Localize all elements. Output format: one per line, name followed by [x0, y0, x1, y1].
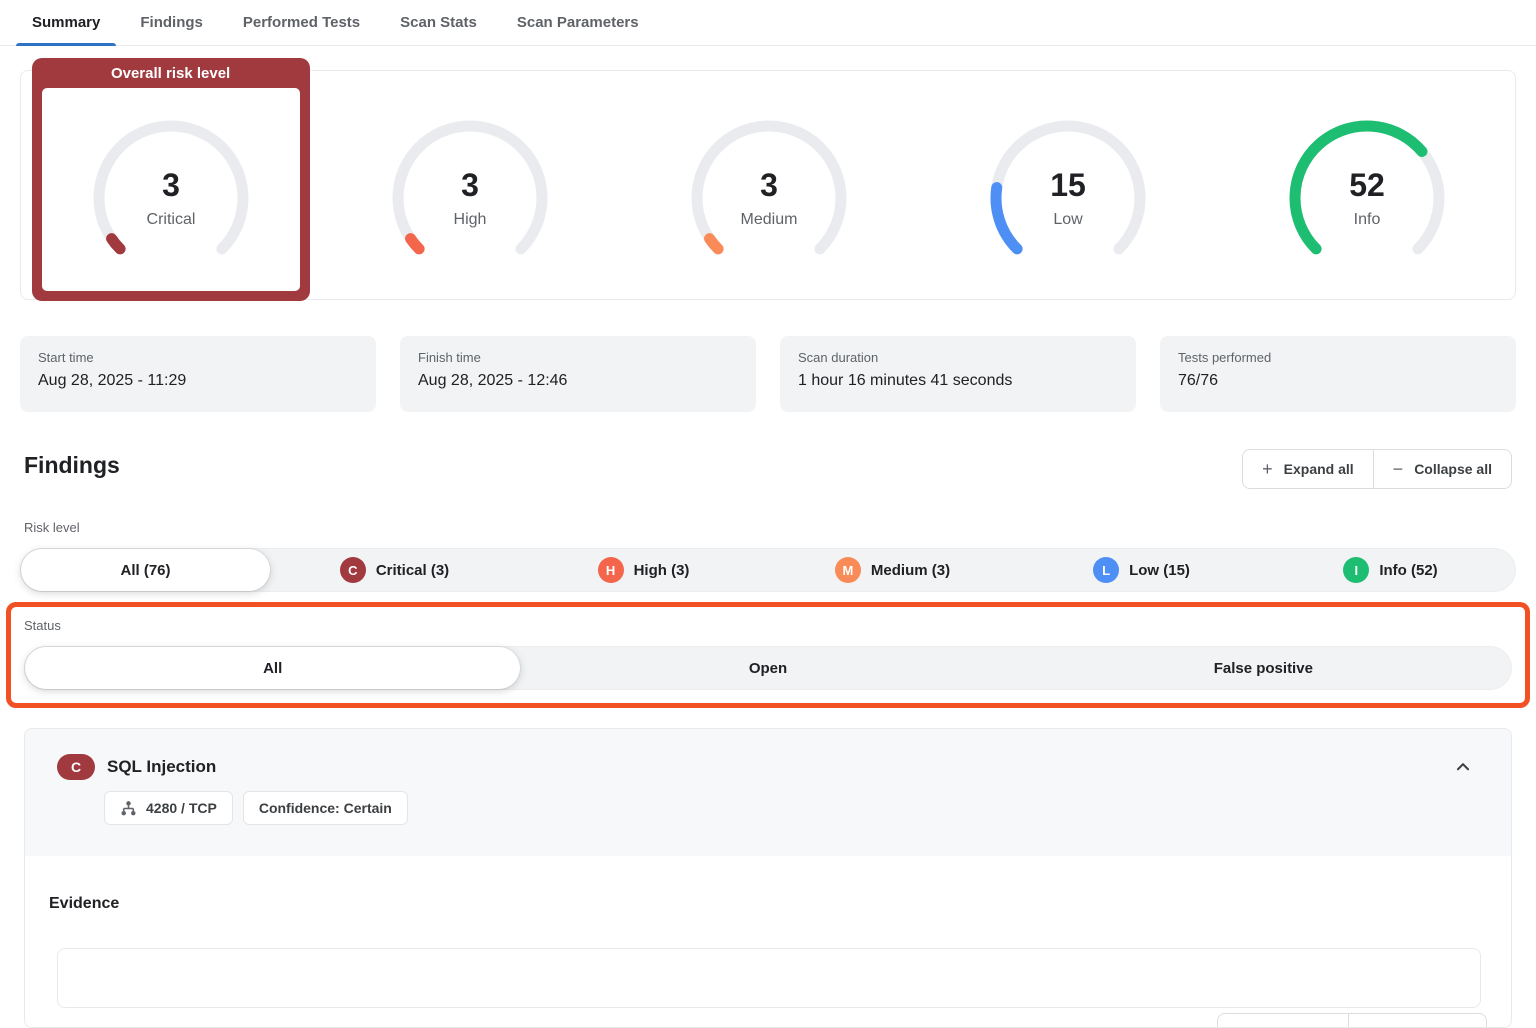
findings-section-title: Findings [24, 452, 120, 479]
summary-card-finish-time: Finish time Aug 28, 2025 - 12:46 [400, 336, 756, 412]
finding-card-body: Evidence + Expand all − Collapse all [25, 856, 1511, 1028]
tab-scan-stats[interactable]: Scan Stats [384, 0, 493, 45]
finding-card-sql-injection: C SQL Injection 4280 / TCP Confidence: C… [24, 728, 1512, 1028]
minus-icon: − [1393, 460, 1404, 478]
svg-text:3: 3 [162, 167, 180, 203]
tab-performed-tests[interactable]: Performed Tests [227, 0, 376, 45]
collapse-all-label: Collapse all [1414, 461, 1492, 477]
risk-badge-c: C [340, 557, 366, 583]
svg-text:3: 3 [760, 167, 778, 203]
chevron-up-icon [1454, 758, 1472, 776]
option-label: Low (15) [1129, 562, 1190, 579]
risk-filter-option-critical-3[interactable]: C Critical (3) [270, 549, 519, 591]
gauge-medium: 3 Medium [684, 113, 854, 283]
svg-text:3: 3 [461, 167, 479, 203]
findings-collapse-all-button[interactable]: − Collapse all [1373, 450, 1511, 488]
evidence-item[interactable] [57, 948, 1481, 1008]
port-protocol-label: 4280 / TCP [146, 800, 217, 816]
evidence-section-title: Evidence [49, 895, 119, 913]
overall-risk-level-tooltip-label: Overall risk level [32, 58, 310, 88]
summary-card-scan-duration: Scan duration 1 hour 16 minutes 41 second… [780, 336, 1136, 412]
summary-card-label: Finish time [418, 350, 738, 365]
risk-badge-m: M [835, 557, 861, 583]
risk-filter-option-low-15[interactable]: L Low (15) [1017, 549, 1266, 591]
option-label: Critical (3) [376, 562, 449, 579]
risk-filter-option-high-3[interactable]: H High (3) [519, 549, 768, 591]
risk-level-filter-label: Risk level [24, 520, 80, 535]
option-label: False positive [1214, 660, 1313, 677]
svg-text:52: 52 [1350, 167, 1386, 203]
svg-text:High: High [453, 211, 486, 228]
risk-filter-option-info-52[interactable]: I Info (52) [1266, 549, 1515, 591]
option-label: High (3) [634, 562, 690, 579]
risk-badge-i: I [1343, 557, 1369, 583]
summary-card-label: Start time [38, 350, 358, 365]
option-label: All [263, 660, 282, 677]
gauge-info: 52 Info [1282, 113, 1452, 283]
option-label: Open [749, 660, 787, 677]
status-filter-option-open[interactable]: Open [520, 647, 1015, 689]
risk-level-filter-bar: All (76) C Critical (3) H High (3) M Medium (3… [20, 548, 1516, 592]
risk-filter-option-all-76[interactable]: All (76) [21, 549, 270, 591]
tab-scan-parameters[interactable]: Scan Parameters [501, 0, 655, 45]
evidence-collapse-all-button[interactable]: − Collapse all [1348, 1014, 1486, 1028]
status-filter-option-all[interactable]: All [25, 647, 520, 689]
svg-text:15: 15 [1050, 167, 1086, 203]
evidence-expand-all-button[interactable]: + Expand all [1218, 1014, 1348, 1028]
summary-card-tests-performed: Tests performed 76/76 [1160, 336, 1516, 412]
svg-text:Info: Info [1354, 211, 1381, 228]
svg-text:Critical: Critical [146, 211, 195, 228]
confidence-chip: Confidence: Certain [243, 791, 408, 825]
svg-text:Low: Low [1054, 211, 1084, 228]
gauge-critical: 3 Critical [86, 113, 256, 283]
risk-badge-h: H [598, 557, 624, 583]
minus-icon: − [1368, 1024, 1379, 1028]
summary-card-value: 76/76 [1178, 372, 1498, 390]
option-label: All (76) [120, 562, 170, 579]
collapse-finding-button[interactable] [1451, 755, 1475, 779]
summary-card-value: Aug 28, 2025 - 11:29 [38, 372, 358, 390]
gauge-high: 3 High [385, 113, 555, 283]
port-protocol-chip: 4280 / TCP [104, 791, 233, 825]
summary-card-value: 1 hour 16 minutes 41 seconds [798, 372, 1118, 390]
tab-findings[interactable]: Findings [124, 0, 219, 45]
option-label: Medium (3) [871, 562, 950, 579]
svg-text:Medium: Medium [741, 211, 798, 228]
expand-all-label: Expand all [1284, 461, 1354, 477]
report-tabbar: SummaryFindingsPerformed TestsScan Stats… [0, 0, 1536, 46]
severity-badge-critical: C [57, 754, 95, 780]
finding-card-header[interactable]: C SQL Injection 4280 / TCP Confidence: C… [25, 729, 1511, 856]
plus-icon: + [1237, 1024, 1248, 1028]
network-port-icon [120, 800, 137, 817]
summary-card-value: Aug 28, 2025 - 12:46 [418, 372, 738, 390]
summary-card-start-time: Start time Aug 28, 2025 - 11:29 [20, 336, 376, 412]
risk-badge-l: L [1093, 557, 1119, 583]
finding-title: SQL Injection [107, 757, 216, 777]
option-label: Info (52) [1379, 562, 1437, 579]
evidence-expand-collapse-group: + Expand all − Collapse all [1217, 1013, 1487, 1028]
status-filter-label: Status [24, 618, 61, 633]
risk-filter-option-medium-3[interactable]: M Medium (3) [768, 549, 1017, 591]
summary-card-label: Scan duration [798, 350, 1118, 365]
plus-icon: + [1262, 460, 1273, 478]
finding-meta-chips: 4280 / TCP Confidence: Certain [104, 791, 408, 825]
findings-expand-collapse-group: + Expand all − Collapse all [1242, 449, 1512, 489]
findings-expand-all-button[interactable]: + Expand all [1243, 450, 1373, 488]
gauge-low: 15 Low [983, 113, 1153, 283]
summary-card-label: Tests performed [1178, 350, 1498, 365]
status-filter-bar: All Open False positive [24, 646, 1512, 690]
tab-summary[interactable]: Summary [16, 0, 116, 45]
status-filter-option-false-positive[interactable]: False positive [1016, 647, 1511, 689]
risk-overview-card: Overall risk level3Critical3High3Medium1… [20, 70, 1516, 300]
